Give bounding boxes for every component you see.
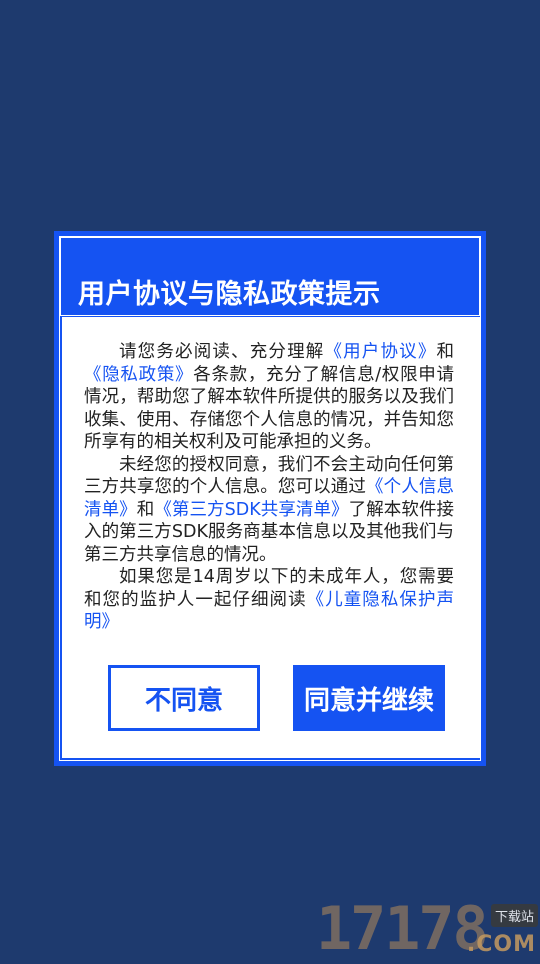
dialog-content-panel: 请您务必阅读、充分理解《用户协议》和《隐私政策》各条款，充分了解信息/权限申请情… [62, 317, 480, 758]
agreement-text-segment: 和 [436, 342, 454, 362]
agreement-text-segment: 和 [136, 499, 155, 520]
watermark-badge: 下载站 [490, 904, 538, 927]
policy-link[interactable]: 《用户协议》 [324, 342, 436, 362]
privacy-dialog: 用户协议与隐私政策提示 请您务必阅读、充分理解《用户协议》和《隐私政策》各条款，… [54, 231, 486, 766]
dialog-title: 用户协议与隐私政策提示 [78, 279, 381, 310]
policy-link[interactable]: 《隐私政策》 [84, 365, 193, 385]
watermark-domain: .COM [466, 932, 536, 957]
site-watermark: 17178 下载站 .COM [316, 898, 540, 960]
policy-link[interactable]: 《第三方SDK共享清单》 [154, 500, 348, 520]
watermark-number: 17178 [316, 894, 489, 964]
agreement-paragraph: 如果您是14周岁以下的未成年人，您需要和您的监护人一起仔细阅读《儿童隐私保护声明… [84, 566, 454, 634]
agreement-text-segment: 请您务必阅读、充分理解 [119, 342, 325, 362]
agreement-text[interactable]: 请您务必阅读、充分理解《用户协议》和《隐私政策》各条款，充分了解信息/权限申请情… [84, 341, 454, 635]
dialog-header: 用户协议与隐私政策提示 [60, 237, 480, 316]
agreement-paragraph: 未经您的授权同意，我们不会主动向任何第三方共享您的个人信息。您可以通过《个人信息… [84, 454, 454, 567]
agreement-paragraph: 请您务必阅读、充分理解《用户协议》和《隐私政策》各条款，充分了解信息/权限申请情… [84, 341, 454, 454]
disagree-button[interactable]: 不同意 [108, 665, 260, 731]
agree-continue-button[interactable]: 同意并继续 [293, 665, 445, 731]
